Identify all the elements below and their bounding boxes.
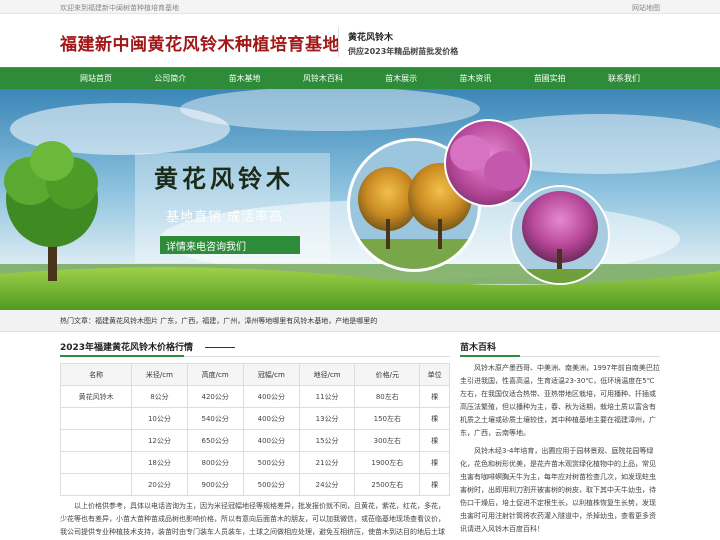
nav-item-base[interactable]: 苗木基地 — [209, 68, 281, 89]
sitemap-link[interactable]: 网站地图 — [632, 3, 660, 13]
title-underline — [460, 355, 520, 357]
welcome-text: 欢迎来到福建新中闽树苗种植培育基地 — [60, 4, 179, 12]
nav-item-home[interactable]: 网站首页 — [60, 68, 132, 89]
price-note: 以上价格供参考，具体以电话咨询为主，因为米径冠幅地径等规格差异，批发报价就不同，… — [60, 502, 445, 536]
table-cell: 80左右 — [354, 385, 421, 408]
header-divider — [338, 27, 339, 57]
price-table: 名称 米径/cm 高度/cm 冠幅/cm 地径/cm 价格/元 单位 黄花风铃木… — [59, 363, 450, 496]
nav-item-news[interactable]: 苗木资讯 — [439, 68, 511, 89]
main-nav: 网站首页 公司简介 苗木基地 风铃木百科 苗木展示 苗木资讯 苗圃实拍 联系我们 — [0, 67, 720, 89]
table-cell: 13公分 — [298, 407, 356, 430]
table-cell: 500公分 — [242, 473, 300, 496]
table-header: 地径/cm — [298, 363, 356, 386]
hero-banner[interactable]: 黄花风铃木 基地直销 成活率高 详情来电咨询我们 — [0, 89, 720, 310]
table-cell — [59, 429, 133, 452]
table-row: 黄花风铃木 8公分 420公分 400公分 11公分 80左右 棵 — [59, 385, 450, 408]
nav-item-showcase[interactable]: 苗木展示 — [365, 68, 437, 89]
table-cell: 1900左右 — [354, 451, 421, 474]
wiki-paragraph-2: 风铃木经3-4年培育，出圃应用于园林景观、庭院花园等绿化，花色和树形优美，是花卉… — [460, 447, 656, 533]
table-cell: 300左右 — [354, 429, 421, 452]
table-cell: 400公分 — [242, 407, 300, 430]
nav-item-photos[interactable]: 苗圃实拍 — [514, 68, 586, 89]
wiki-paragraph-1: 风铃木原产墨西哥、中美洲、南美洲，1997年前自南美巴拉圭引进我国，性喜高温，生… — [460, 364, 660, 437]
table-cell: 11公分 — [298, 385, 356, 408]
table-cell: 21公分 — [298, 451, 356, 474]
site-logo[interactable]: 福建新中闽黄花风铃木种植培育基地 — [60, 30, 340, 55]
table-row: 12公分 650公分 400公分 15公分 300左右 棵 — [59, 429, 450, 452]
wiki-section: 苗木百科 风铃木原产墨西哥、中美洲、南美洲，1997年前自南美巴拉圭引进我国，性… — [460, 340, 660, 536]
table-cell: 12公分 — [131, 429, 188, 452]
nav-item-contact[interactable]: 联系我们 — [588, 68, 660, 89]
table-cell: 2500左右 — [354, 473, 421, 496]
title-underline — [60, 355, 184, 357]
table-header: 名称 — [59, 363, 133, 386]
banner-cta-button[interactable]: 详情来电咨询我们 — [166, 238, 246, 253]
price-section: 2023年福建黄花风铃木价格行情 名称 米径/cm 高度/cm 冠幅/cm 地径… — [59, 340, 450, 540]
banner-title: 黄花风铃木 — [154, 164, 294, 193]
table-cell: 150左右 — [354, 407, 421, 430]
table-header: 高度/cm — [186, 363, 244, 386]
header: 福建新中闽黄花风铃木种植培育基地 黄花风铃木 供应2023年精品树苗批发价格 — [0, 15, 720, 67]
header-slogan-subtitle: 供应2023年精品树苗批发价格 — [348, 47, 459, 56]
table-cell: 8公分 — [131, 385, 188, 408]
table-cell: 24公分 — [298, 473, 356, 496]
top-bar: 欢迎来到福建新中闽树苗种植培育基地 网站地图 — [0, 0, 720, 14]
table-cell: 黄花风铃木 — [59, 385, 133, 408]
table-header: 冠幅/cm — [242, 363, 300, 386]
table-cell — [59, 473, 133, 496]
table-cell: 棵 — [419, 429, 450, 452]
table-header-row: 名称 米径/cm 高度/cm 冠幅/cm 地径/cm 价格/元 单位 — [59, 363, 450, 386]
table-cell: 18公分 — [131, 451, 188, 474]
banner-subtitle: 基地直销 成活率高 — [166, 210, 284, 225]
table-cell: 500公分 — [242, 451, 300, 474]
table-row: 18公分 800公分 500公分 21公分 1900左右 棵 — [59, 451, 450, 474]
table-cell — [59, 407, 133, 430]
banner-illustration — [0, 89, 720, 310]
nav-item-wiki[interactable]: 风铃木百科 — [283, 68, 363, 89]
table-cell: 15公分 — [298, 429, 356, 452]
table-row: 20公分 900公分 500公分 24公分 2500左右 棵 — [59, 473, 450, 496]
table-cell: 棵 — [419, 385, 450, 408]
table-cell: 420公分 — [186, 385, 244, 408]
table-cell: 棵 — [419, 451, 450, 474]
table-cell: 400公分 — [242, 385, 300, 408]
nav-item-about[interactable]: 公司简介 — [134, 68, 206, 89]
hot-articles-label: 热门文章： — [60, 317, 95, 325]
table-cell — [59, 451, 133, 474]
table-header: 价格/元 — [354, 363, 421, 386]
table-cell: 650公分 — [186, 429, 244, 452]
hot-articles-links[interactable]: 福建黄花风铃木图片 广东，广西，福建，广州，漳州等地哪里有风铃木基地，产地是哪里… — [95, 317, 377, 325]
wiki-section-header: 苗木百科 — [460, 340, 660, 357]
hot-articles-bar: 热门文章：福建黄花风铃木图片 广东，广西，福建，广州，漳州等地哪里有风铃木基地，… — [0, 310, 720, 332]
title-dash — [205, 347, 236, 348]
table-cell: 20公分 — [131, 473, 188, 496]
table-cell: 900公分 — [186, 473, 244, 496]
table-cell: 10公分 — [131, 407, 188, 430]
table-header: 米径/cm — [131, 363, 188, 386]
table-cell: 540公分 — [186, 407, 244, 430]
table-cell: 800公分 — [186, 451, 244, 474]
header-slogan-title: 黄花风铃木 — [348, 33, 394, 43]
table-cell: 400公分 — [242, 429, 300, 452]
table-header: 单位 — [419, 363, 450, 386]
table-cell: 棵 — [419, 473, 450, 496]
table-row: 10公分 540公分 400公分 13公分 150左右 棵 — [59, 407, 450, 430]
price-section-header: 2023年福建黄花风铃木价格行情 — [60, 340, 450, 357]
table-cell: 棵 — [419, 407, 450, 430]
